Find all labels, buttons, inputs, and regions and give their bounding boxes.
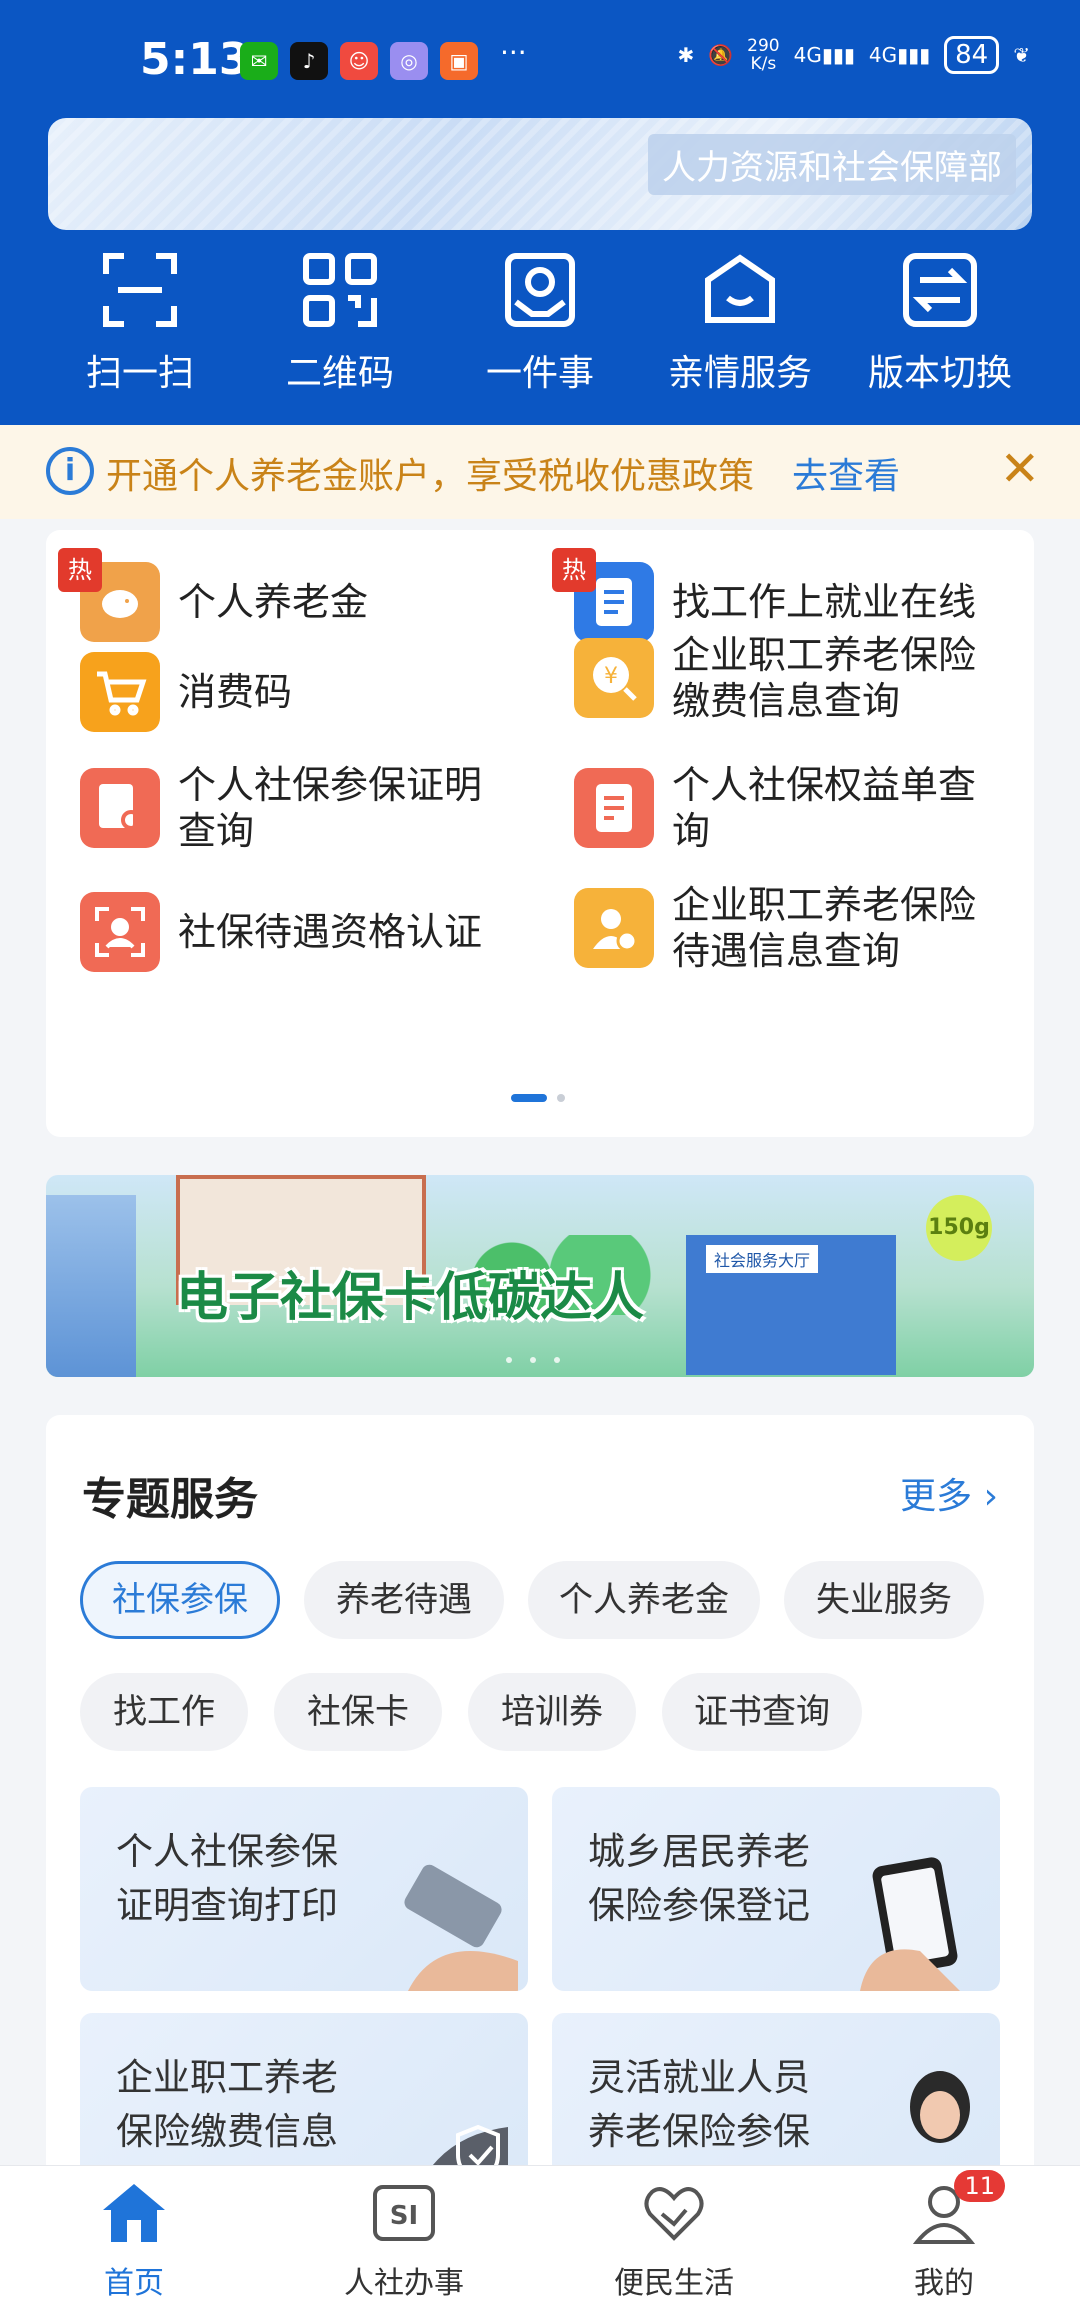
hot-badge: 热 [552, 548, 596, 592]
chip-certificate[interactable]: 证书查询 [662, 1673, 862, 1751]
wechat-icon: ✉ [240, 42, 278, 80]
service-hall-illustration: 社会服务大厅 [686, 1235, 896, 1375]
svg-text:¥: ¥ [604, 664, 618, 689]
more-link[interactable]: 更多 › [900, 1467, 998, 1519]
status-right: ✱ 🔕 290 K/s 4G▮▮▮ 4G▮▮▮ 84 ❦ [677, 36, 1030, 74]
quick-one-thing[interactable]: 一件事 [440, 250, 640, 400]
grid-item[interactable]: 企业职工养老保险待遇信息查询 [574, 882, 1002, 974]
bluetooth-icon: ✱ [677, 43, 695, 67]
hot-badge: 热 [58, 548, 102, 592]
notice-text: 开通个人养老金账户，享受税收优惠政策 [106, 456, 755, 497]
switch-icon [900, 250, 980, 330]
face-scan-icon [80, 892, 160, 972]
notification-icons: ✉ ♪ ☺ ◎ ▣ [240, 42, 478, 80]
grid-item[interactable]: 热 找工作上就业在线 [552, 548, 1002, 642]
tab-life[interactable]: 便民生活 [574, 2178, 774, 2302]
document-icon: 热 [552, 548, 654, 642]
home-icon [99, 2178, 169, 2248]
one-thing-icon [500, 250, 580, 330]
tab-services[interactable]: SI 人社办事 [304, 2178, 504, 2302]
app-icon: ▣ [440, 42, 478, 80]
qrcode-icon [300, 250, 380, 330]
tab-mine[interactable]: 11 我的 [844, 2170, 1044, 2302]
quick-qrcode[interactable]: 二维码 [240, 250, 440, 400]
chip-personal-pension[interactable]: 个人养老金 [528, 1561, 760, 1639]
carbon-badge: 150g [926, 1195, 992, 1261]
quick-scan[interactable]: 扫一扫 [40, 250, 240, 400]
grid-item[interactable]: 社保待遇资格认证 [80, 892, 508, 972]
quick-family[interactable]: 亲情服务 [640, 250, 840, 400]
leaf-icon: ❦ [1013, 43, 1030, 67]
app-icon: ◎ [390, 42, 428, 80]
promo-pager [506, 1357, 560, 1363]
heart-hands-icon [639, 2178, 709, 2248]
chip-social-insurance[interactable]: 社保参保 [80, 1561, 280, 1639]
family-icon [700, 250, 780, 330]
svg-text:SI: SI [390, 2201, 418, 2231]
chip-unemployment[interactable]: 失业服务 [784, 1561, 984, 1639]
status-time: 5:13 [140, 34, 250, 85]
building-illustration [46, 1195, 136, 1377]
promo-title: 电子社保卡低碳达人 [176, 1268, 645, 1328]
service-card[interactable]: 城乡居民养老保险参保登记 [552, 1787, 1000, 1991]
top-banner[interactable]: 人力资源和社会保障部 [48, 118, 1032, 230]
grid-item[interactable]: 个人社保参保证明查询 [80, 762, 508, 854]
scan-icon [100, 250, 180, 330]
section-title: 专题服务 [82, 1474, 258, 1525]
si-icon: SI [369, 2178, 439, 2248]
phone-hand-illustration [404, 1864, 518, 1991]
service-card[interactable]: 个人社保参保证明查询打印 [80, 1787, 528, 1991]
close-icon[interactable]: ✕ [1000, 441, 1040, 497]
grid-pager [511, 1094, 565, 1102]
chip-social-card[interactable]: 社保卡 [274, 1673, 442, 1751]
more-notifications-icon: ··· [500, 36, 527, 69]
grid-item[interactable]: 个人社保权益单查询 [574, 762, 1002, 854]
profile-icon: 11 [909, 2170, 1005, 2248]
quick-switch[interactable]: 版本切换 [840, 250, 1040, 400]
certificate-search-icon [80, 768, 160, 848]
special-services: 专题服务 更多 › 社保参保 养老待遇 个人养老金 失业服务 找工作 社保卡 培… [46, 1415, 1034, 2265]
signal-icon: 4G▮▮▮ [793, 43, 855, 67]
user-badge-icon [574, 888, 654, 968]
piggy-bank-icon: 热 [58, 548, 160, 642]
ministry-label: 人力资源和社会保障部 [648, 134, 1016, 195]
grid-item[interactable]: 消费码 [80, 652, 508, 732]
header: 5:13 ✉ ♪ ☺ ◎ ▣ ··· ✱ 🔕 290 K/s 4G▮▮▮ 4G▮… [0, 0, 1080, 425]
info-icon: i [46, 447, 94, 495]
service-grid: 热 个人养老金 热 找工作上就业在线 消费码 ¥ 企业职工养老保险缴费信息查询 … [46, 530, 1034, 1137]
form-icon [574, 768, 654, 848]
grid-item[interactable]: ¥ 企业职工养老保险缴费信息查询 [574, 632, 1002, 724]
chip-training-voucher[interactable]: 培训券 [468, 1673, 636, 1751]
notice-link[interactable]: 去查看 [792, 447, 900, 499]
app-icon: ☺ [340, 42, 378, 80]
chip-pension-benefits[interactable]: 养老待遇 [304, 1561, 504, 1639]
signal-icon: 4G▮▮▮ [868, 43, 931, 67]
mute-icon: 🔕 [708, 43, 734, 67]
quick-actions: 扫一扫 二维码 一件事 亲情服务 版本切换 [0, 250, 1080, 400]
tiktok-icon: ♪ [290, 42, 328, 80]
tab-home[interactable]: 首页 [34, 2178, 234, 2302]
network-speed: 290 K/s [747, 36, 780, 74]
notice-bar: i 开通个人养老金账户，享受税收优惠政策 去查看 ✕ [0, 425, 1080, 519]
phone-hand-illustration [860, 1857, 960, 1991]
status-bar: 5:13 ✉ ♪ ☺ ◎ ▣ ··· ✱ 🔕 290 K/s 4G▮▮▮ 4G▮… [0, 30, 1080, 100]
battery-indicator: 84 [944, 36, 1000, 74]
chip-find-job[interactable]: 找工作 [80, 1673, 248, 1751]
yuan-search-icon: ¥ [574, 638, 654, 718]
promo-banner[interactable]: 社会服务大厅 电子社保卡低碳达人 150g [46, 1175, 1034, 1377]
cart-icon [80, 652, 160, 732]
bottom-nav: 首页 SI 人社办事 便民生活 11 我的 [0, 2165, 1080, 2310]
notification-badge: 11 [954, 2170, 1005, 2202]
grid-item[interactable]: 热 个人养老金 [58, 548, 508, 642]
